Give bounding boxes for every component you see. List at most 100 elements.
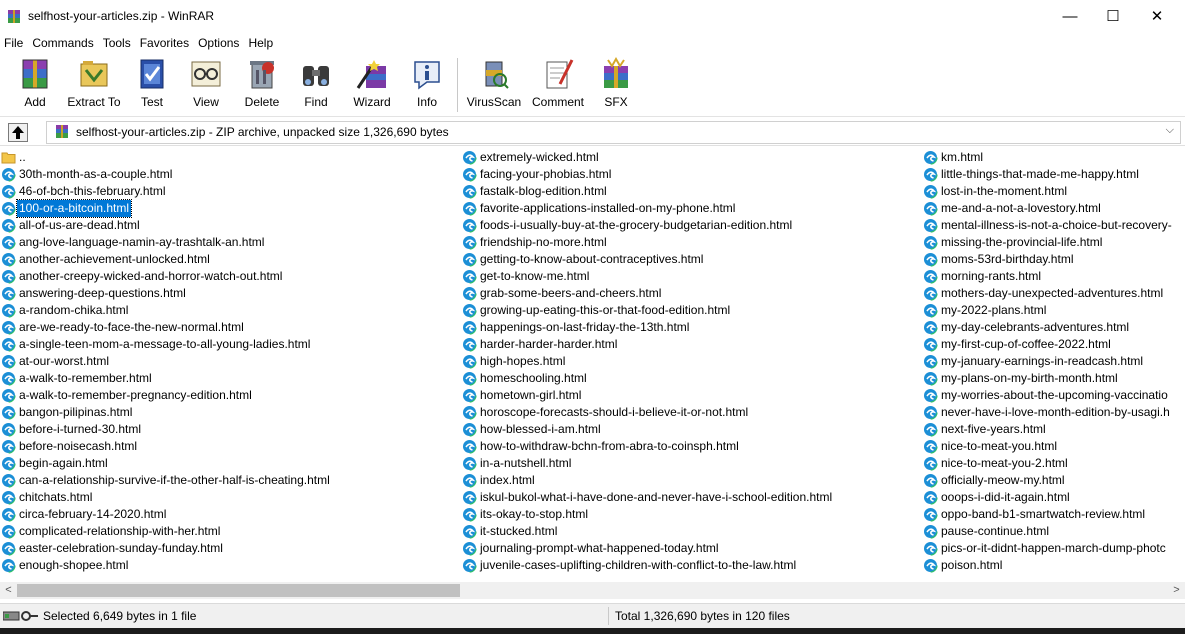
menu-tools[interactable]: Tools: [99, 34, 136, 52]
minimize-button[interactable]: —: [1047, 0, 1093, 34]
add-button[interactable]: Add: [10, 56, 60, 114]
file-name: homeschooling.html: [480, 371, 587, 385]
parent-folder-icon: [1, 152, 16, 164]
html-file-icon: [1, 507, 16, 522]
menu-file[interactable]: File: [0, 34, 28, 52]
file-name: iskul-bukol-what-i-have-done-and-never-h…: [480, 490, 833, 504]
file-name: ooops-i-did-it-again.html: [941, 490, 1070, 504]
html-file-icon: [462, 235, 477, 250]
virusscan-button[interactable]: VirusScan: [466, 56, 522, 114]
file-name: morning-rants.html: [941, 269, 1042, 283]
file-name: my-worries-about-the-upcoming-vaccinatio: [941, 388, 1168, 402]
html-file-icon: [1, 218, 16, 233]
test-button[interactable]: Test: [130, 56, 174, 114]
close-button[interactable]: ✕: [1134, 0, 1180, 34]
file-name: horoscope-forecasts-should-i-believe-it-…: [480, 405, 749, 419]
html-file-icon: [1, 184, 16, 199]
html-file-icon: [1, 388, 16, 403]
file-name: getting-to-know-about-contraceptives.htm…: [480, 252, 704, 266]
virusscan-label: VirusScan: [466, 95, 522, 109]
view-icon: [191, 61, 221, 87]
file-name: answering-deep-questions.html: [19, 286, 186, 300]
menu-favorites[interactable]: Favorites: [136, 34, 194, 52]
test-icon: [140, 59, 164, 89]
html-file-icon: [923, 303, 938, 318]
archive-path-box[interactable]: selfhost-your-articles.zip - ZIP archive…: [46, 121, 1181, 144]
html-file-icon: [923, 507, 938, 522]
comment-label: Comment: [531, 95, 584, 109]
file-name: a-random-chika.html: [19, 303, 129, 317]
menu-help[interactable]: Help: [244, 34, 278, 52]
html-file-icon: [462, 507, 477, 522]
scroll-left-button[interactable]: <: [0, 582, 17, 599]
menu-options[interactable]: Options: [194, 34, 244, 52]
html-file-icon: [462, 184, 477, 199]
toolbar-separator: [457, 58, 458, 112]
chevron-down-icon[interactable]: ⌵: [1166, 124, 1174, 137]
html-file-icon: [462, 473, 477, 488]
html-file-icon: [923, 422, 938, 437]
html-file-icon: [1, 320, 16, 335]
html-file-icon: [1, 337, 16, 352]
scroll-right-button[interactable]: >: [1168, 582, 1185, 599]
file-name: its-okay-to-stop.html: [480, 507, 589, 521]
file-name: before-i-turned-30.html: [19, 422, 142, 436]
up-folder-button[interactable]: [8, 123, 28, 142]
extract-to-icon: [80, 61, 108, 87]
file-name: never-have-i-love-month-edition-by-usagi…: [941, 405, 1170, 419]
html-file-icon: [1, 439, 16, 454]
delete-button[interactable]: Delete: [240, 56, 284, 114]
html-file-icon: [462, 439, 477, 454]
horizontal-scrollbar[interactable]: < >: [0, 582, 1185, 599]
file-name: how-blessed-i-am.html: [480, 422, 601, 436]
file-name: a-single-teen-mom-a-message-to-all-young…: [19, 337, 311, 351]
file-name: harder-harder-harder.html: [480, 337, 618, 351]
find-button[interactable]: Find: [294, 56, 338, 114]
html-file-icon: [923, 286, 938, 301]
file-name: next-five-years.html: [941, 422, 1046, 436]
html-file-icon: [462, 354, 477, 369]
html-file-icon: [1, 354, 16, 369]
sfx-button[interactable]: SFX: [595, 56, 637, 114]
view-label: View: [193, 95, 219, 109]
file-name: fastalk-blog-edition.html: [480, 184, 607, 198]
add-label: Add: [24, 95, 46, 109]
archive-path-text: selfhost-your-articles.zip - ZIP archive…: [76, 125, 449, 139]
file-name: my-first-cup-of-coffee-2022.html: [941, 337, 1111, 351]
html-file-icon: [923, 388, 938, 403]
html-file-icon: [923, 473, 938, 488]
file-name: mental-illness-is-not-a-choice-but-recov…: [941, 218, 1172, 232]
maximize-button[interactable]: ☐: [1090, 0, 1136, 34]
menu-commands[interactable]: Commands: [28, 34, 98, 52]
file-name: circa-february-14-2020.html: [19, 507, 167, 521]
info-button[interactable]: Info: [405, 56, 449, 114]
html-file-icon: [1, 371, 16, 386]
file-name: happenings-on-last-friday-the-13th.html: [480, 320, 690, 334]
file-name: extremely-wicked.html: [480, 150, 599, 164]
sfx-icon: [604, 56, 628, 88]
file-name: grab-some-beers-and-cheers.html: [480, 286, 662, 300]
extract-to-button[interactable]: Extract To: [64, 56, 124, 114]
total-status: Total 1,326,690 bytes in 120 files: [615, 609, 790, 623]
menu-bar: File Commands Tools Favorites Options Help: [0, 34, 1185, 52]
file-name: nice-to-meat-you-2.html: [941, 456, 1068, 470]
html-file-icon: [462, 371, 477, 386]
extract-to-label: Extract To: [67, 95, 121, 109]
wizard-label: Wizard: [353, 95, 391, 109]
comment-button[interactable]: Comment: [528, 56, 588, 114]
info-icon: [414, 61, 440, 90]
file-name: how-to-withdraw-bchn-from-abra-to-coinsp…: [480, 439, 739, 453]
scroll-thumb[interactable]: [17, 584, 460, 597]
html-file-icon: [462, 558, 477, 573]
file-name: another-achievement-unlocked.html: [19, 252, 210, 266]
html-file-icon: [462, 286, 477, 301]
file-name: juvenile-cases-uplifting-children-with-c…: [480, 558, 797, 572]
file-name: lost-in-the-moment.html: [941, 184, 1068, 198]
file-name: missing-the-provincial-life.html: [941, 235, 1103, 249]
wizard-button[interactable]: Wizard: [348, 56, 396, 114]
view-button[interactable]: View: [184, 56, 228, 114]
html-file-icon: [1, 286, 16, 301]
html-file-icon: [923, 218, 938, 233]
file-name: growing-up-eating-this-or-that-food-edit…: [480, 303, 731, 317]
html-file-icon: [462, 269, 477, 284]
